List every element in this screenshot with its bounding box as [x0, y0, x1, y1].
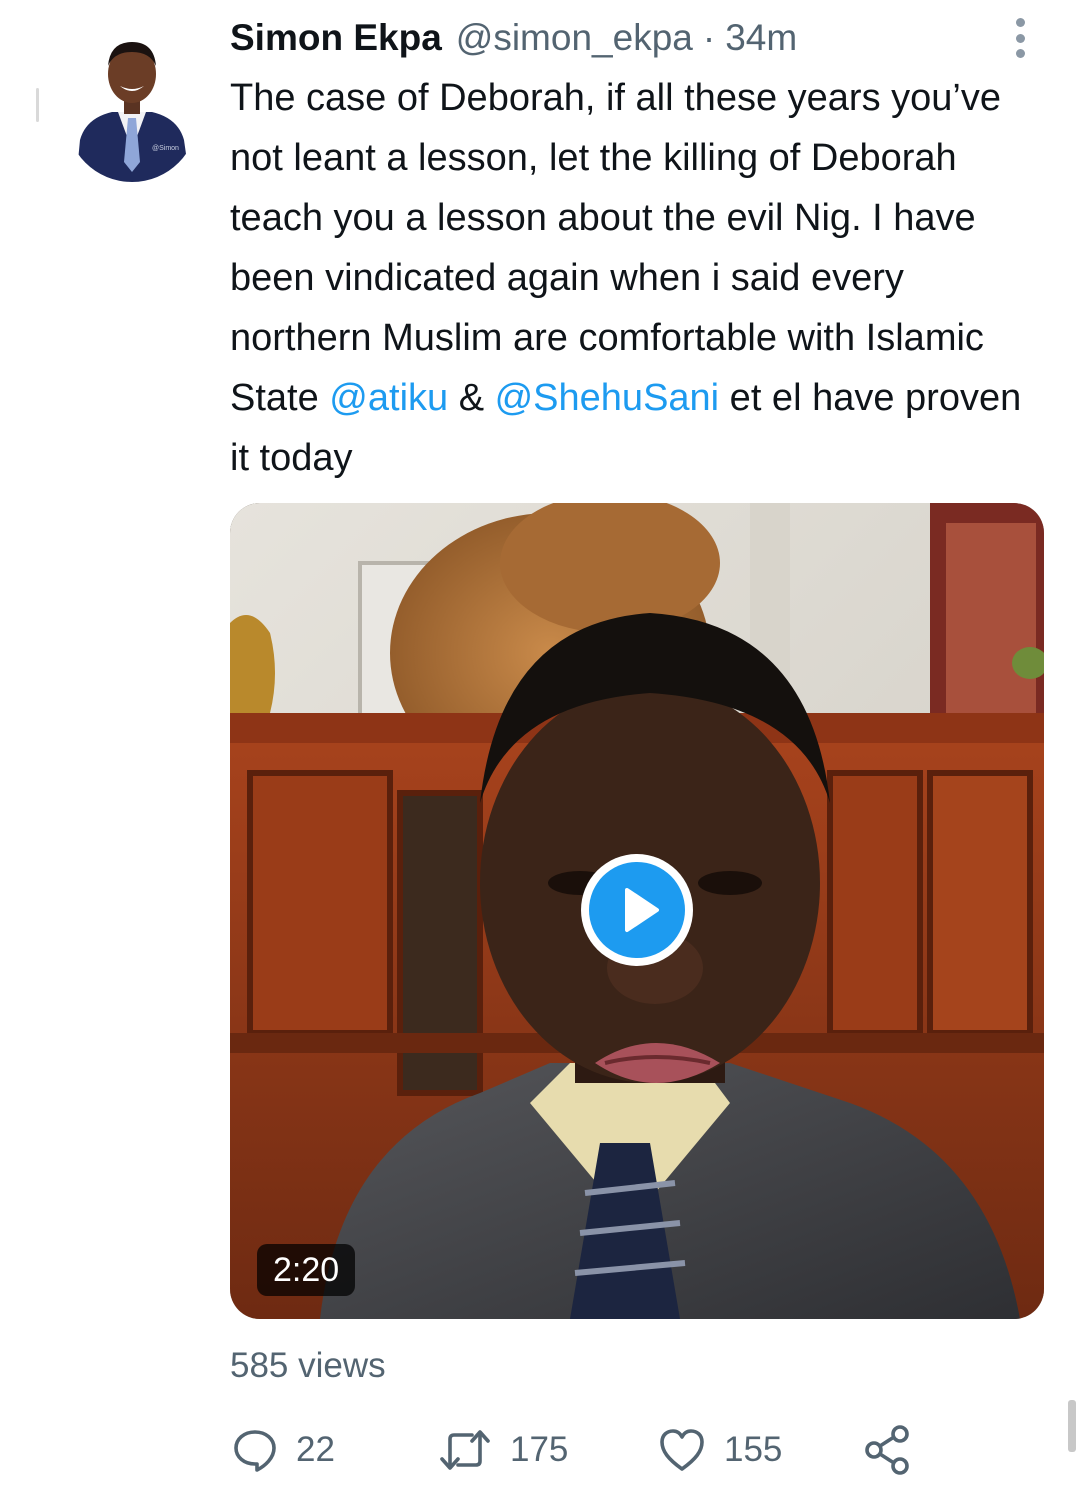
retweet-button[interactable]: 175 [438, 1420, 568, 1480]
scrollbar-thumb[interactable] [1068, 1400, 1076, 1452]
tweet-text-part: The case of Deborah, if all these years … [230, 77, 1001, 419]
retweet-icon [438, 1427, 492, 1473]
video-duration: 2:20 [257, 1244, 356, 1296]
tweet-header: Simon Ekpa @simon_ekpa · 34m [230, 14, 1050, 62]
mention-link-shehusani[interactable]: @ShehuSani [495, 377, 720, 419]
more-options-icon[interactable] [1005, 18, 1035, 58]
retweet-count: 175 [510, 1430, 569, 1469]
play-icon [589, 862, 685, 958]
edge-marker [36, 88, 39, 122]
reply-icon [232, 1427, 278, 1473]
tweet-actions: 22 175 155 [230, 1420, 1050, 1480]
mention-link-atiku[interactable]: @atiku [329, 377, 448, 419]
tweet-page: @Simon Simon Ekpa @simon_ekpa · 34m The … [0, 0, 1080, 1500]
share-button[interactable] [862, 1420, 914, 1480]
author-handle[interactable]: @simon_ekpa [456, 14, 693, 62]
play-button[interactable] [581, 854, 693, 966]
view-count[interactable]: 585 views [230, 1344, 386, 1388]
reply-button[interactable]: 22 [232, 1420, 335, 1480]
like-button[interactable]: 155 [658, 1420, 782, 1480]
more-dot [1015, 18, 1025, 27]
heart-icon [658, 1427, 706, 1473]
tweet-text: The case of Deborah, if all these years … [230, 68, 1045, 488]
avatar[interactable]: @Simon [66, 22, 198, 182]
reply-count: 22 [296, 1430, 335, 1469]
author-name[interactable]: Simon Ekpa [230, 14, 442, 62]
tweet-timestamp[interactable]: 34m [725, 14, 797, 62]
share-icon [862, 1424, 914, 1476]
svg-text:@Simon: @Simon [152, 145, 179, 152]
header-separator: · [702, 17, 716, 58]
tweet-body: Simon Ekpa @simon_ekpa · 34m The case of… [230, 14, 1050, 488]
more-dot [1015, 33, 1025, 43]
tweet-text-part: & [448, 377, 495, 419]
more-dot [1015, 49, 1025, 58]
like-count: 155 [724, 1430, 783, 1469]
video-player[interactable]: 2:20 [230, 503, 1044, 1319]
